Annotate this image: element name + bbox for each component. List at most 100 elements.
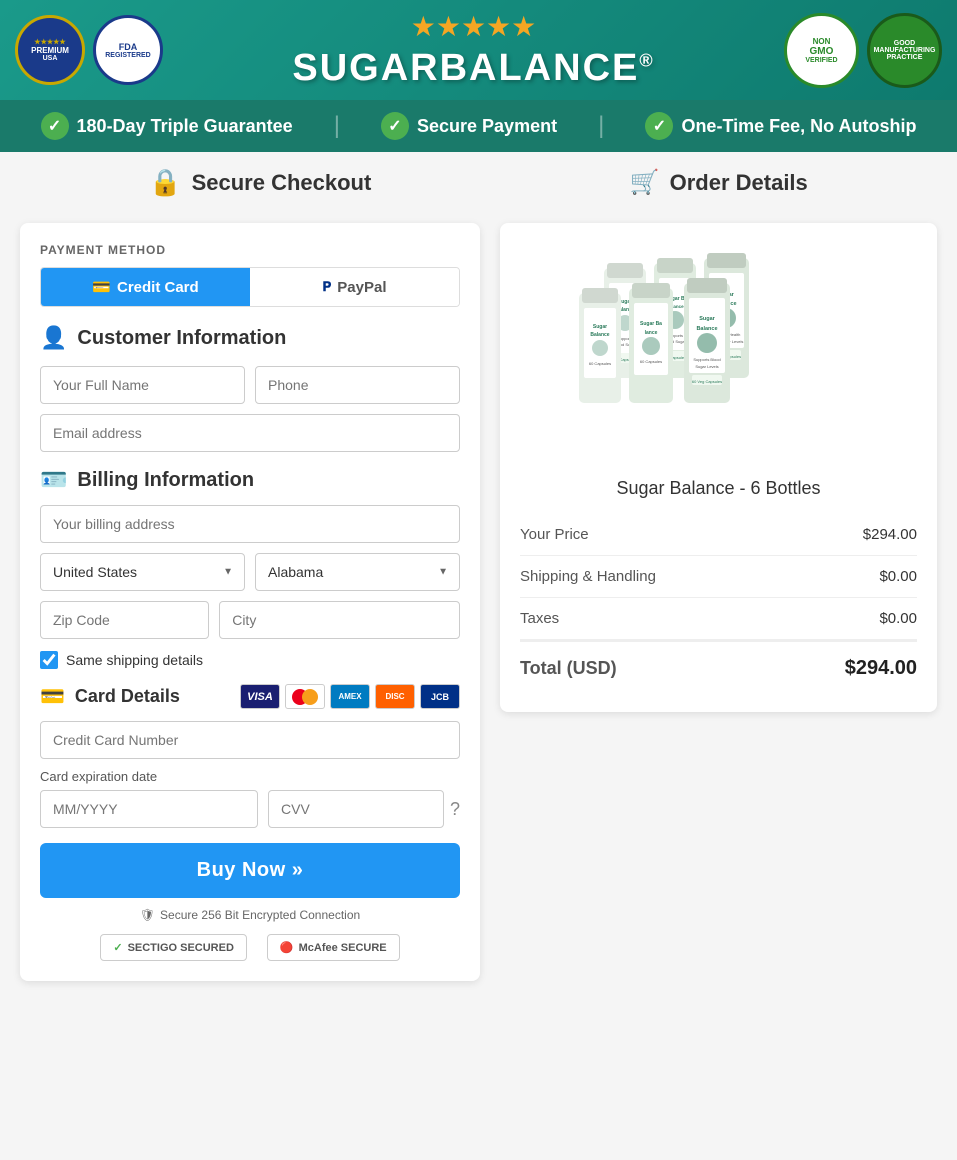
guarantee-item-3: ✓ One-Time Fee, No Autoship xyxy=(645,112,916,140)
cards-icon: 💳 xyxy=(40,684,65,709)
guarantee-item-2: ✓ Secure Payment xyxy=(381,112,557,140)
billing-section: 🪪 Billing Information United States Cana… xyxy=(40,467,460,669)
billing-address-input[interactable] xyxy=(40,505,460,543)
check-icon-2: ✓ xyxy=(381,112,409,140)
billing-section-header: 🪪 Billing Information xyxy=(40,467,460,493)
discover-icon: DISC xyxy=(375,684,415,709)
product-card: Sugar Balance Supports Blood Sugar 60 Ca… xyxy=(500,223,937,712)
svg-text:Sugar: Sugar xyxy=(699,316,715,322)
order-lines: Your Price $294.00 Shipping & Handling $… xyxy=(520,514,917,692)
product-image-area: Sugar Balance Supports Blood Sugar 60 Ca… xyxy=(520,243,917,463)
jcb-icon: JCB xyxy=(420,684,460,709)
name-phone-row xyxy=(40,366,460,404)
zip-input[interactable] xyxy=(40,601,209,639)
fda-badge: FDA REGISTERED xyxy=(93,15,163,85)
credit-card-tab[interactable]: 💳 Credit Card xyxy=(41,268,250,306)
page-headers: 🔒 Secure Checkout 🛒 Order Details xyxy=(0,152,957,203)
check-icon-3: ✓ xyxy=(645,112,673,140)
sectigo-badge: ✓ SECTIGO SECURED xyxy=(100,934,247,961)
person-icon: 👤 xyxy=(40,325,67,351)
svg-text:Sugar Levels: Sugar Levels xyxy=(695,364,718,369)
city-input[interactable] xyxy=(219,601,460,639)
svg-text:60 Veg Capsules: 60 Veg Capsules xyxy=(691,379,721,384)
buy-now-button[interactable]: Buy Now » xyxy=(40,843,460,898)
guarantee-bar: ✓ 180-Day Triple Guarantee | ✓ Secure Pa… xyxy=(0,100,957,152)
country-state-row: United States Canada United Kingdom Alab… xyxy=(40,553,460,591)
header-logos: ★★★★★ PREMIUM USA FDA REGISTERED xyxy=(15,15,163,85)
trust-badges: ✓ SECTIGO SECURED 🔴 McAfee SECURE xyxy=(40,934,460,961)
gmp-badge: GOOD MANUFACTURING PRACTICE xyxy=(867,13,942,88)
svg-text:Sugar Ba: Sugar Ba xyxy=(640,321,662,327)
header-center: ★★★★★ SUGARBALANCE® xyxy=(292,10,654,90)
full-name-input[interactable] xyxy=(40,366,245,404)
star-rating: ★★★★★ xyxy=(411,10,537,43)
shield-icon: 🛡 xyxy=(140,908,155,922)
card-icons: VISA AMEX DISC JCB xyxy=(240,684,460,709)
mcafee-badge: 🔴 McAfee SECURE xyxy=(267,934,400,961)
main-content: PAYMENT METHOD 💳 Credit Card 𝐏 PayPal 👤 … xyxy=(0,203,957,1001)
email-input[interactable] xyxy=(40,414,460,452)
svg-text:Supports Blood: Supports Blood xyxy=(693,357,720,362)
expiry-cvv-row: ? xyxy=(40,790,460,828)
product-image: Sugar Balance Supports Blood Sugar 60 Ca… xyxy=(569,253,869,453)
order-line-total: Total (USD) $294.00 xyxy=(520,640,917,692)
header-right-badges: NON GMO VERIFIED GOOD MANUFACTURING PRAC… xyxy=(784,13,942,88)
order-section-header: 🛒 Order Details xyxy=(630,168,808,197)
same-shipping-row: Same shipping details xyxy=(40,651,460,669)
svg-text:Balance: Balance xyxy=(590,332,609,338)
cvv-input[interactable] xyxy=(268,790,444,828)
card-number-input[interactable] xyxy=(40,721,460,759)
usa-badge: ★★★★★ PREMIUM USA xyxy=(15,15,85,85)
amex-icon: AMEX xyxy=(330,684,370,709)
id-card-icon: 🪪 xyxy=(40,467,67,493)
cart-icon: 🛒 xyxy=(630,168,660,197)
svg-text:lance: lance xyxy=(644,330,657,336)
cvv-group: ? xyxy=(268,790,460,828)
order-panel: Sugar Balance Supports Blood Sugar 60 Ca… xyxy=(500,223,937,981)
mcafee-icon: 🔴 xyxy=(280,941,294,954)
payment-tabs: 💳 Credit Card 𝐏 PayPal xyxy=(40,267,460,307)
order-line-taxes: Taxes $0.00 xyxy=(520,598,917,640)
country-select[interactable]: United States Canada United Kingdom xyxy=(40,553,245,591)
product-name: Sugar Balance - 6 Bottles xyxy=(520,478,917,499)
header-banner: ★★★★★ PREMIUM USA FDA REGISTERED ★★★★★ S… xyxy=(0,0,957,100)
svg-text:Sugar: Sugar xyxy=(592,324,606,330)
phone-input[interactable] xyxy=(255,366,460,404)
card-details-section: 💳 Card Details VISA AMEX DISC JCB xyxy=(40,684,460,828)
svg-text:60 Capsules: 60 Capsules xyxy=(588,361,610,366)
order-line-shipping: Shipping & Handling $0.00 xyxy=(520,556,917,598)
card-header-left: 💳 Card Details xyxy=(40,684,180,709)
customer-section-header: 👤 Customer Information xyxy=(40,325,460,351)
checkout-section-header: 🔒 Secure Checkout xyxy=(149,167,371,198)
card-section-label: Card Details xyxy=(75,686,180,707)
paypal-tab[interactable]: 𝐏 PayPal xyxy=(250,268,459,306)
paypal-icon: 𝐏 xyxy=(322,279,331,295)
lock-icon: 🔒 xyxy=(149,167,181,198)
credit-card-icon: 💳 xyxy=(92,278,111,296)
cvv-help-icon[interactable]: ? xyxy=(450,799,460,820)
brand-title: SUGARBALANCE® xyxy=(292,47,654,90)
order-line-price: Your Price $294.00 xyxy=(520,514,917,556)
email-group xyxy=(40,414,460,452)
card-number-group xyxy=(40,721,460,759)
zip-city-row xyxy=(40,601,460,639)
security-note: 🛡 Secure 256 Bit Encrypted Connection xyxy=(40,908,460,922)
expiry-input[interactable] xyxy=(40,790,258,828)
guarantee-item-1: ✓ 180-Day Triple Guarantee xyxy=(41,112,293,140)
state-select[interactable]: Alabama Alaska Arizona California xyxy=(255,553,460,591)
card-header: 💳 Card Details VISA AMEX DISC JCB xyxy=(40,684,460,709)
payment-method-label: PAYMENT METHOD xyxy=(40,243,460,257)
mastercard-icon xyxy=(285,684,325,709)
same-shipping-checkbox[interactable] xyxy=(40,651,58,669)
expiry-label: Card expiration date xyxy=(40,769,460,784)
sectigo-icon: ✓ xyxy=(113,941,122,954)
visa-icon: VISA xyxy=(240,684,280,709)
checkout-panel: PAYMENT METHOD 💳 Credit Card 𝐏 PayPal 👤 … xyxy=(20,223,480,981)
svg-text:60 Capsules: 60 Capsules xyxy=(639,359,661,364)
address-group xyxy=(40,505,460,543)
svg-text:Balance: Balance xyxy=(696,326,717,332)
same-shipping-label: Same shipping details xyxy=(66,652,203,668)
nongmo-badge: NON GMO VERIFIED xyxy=(784,13,859,88)
country-wrapper: United States Canada United Kingdom xyxy=(40,553,245,591)
check-icon-1: ✓ xyxy=(41,112,69,140)
